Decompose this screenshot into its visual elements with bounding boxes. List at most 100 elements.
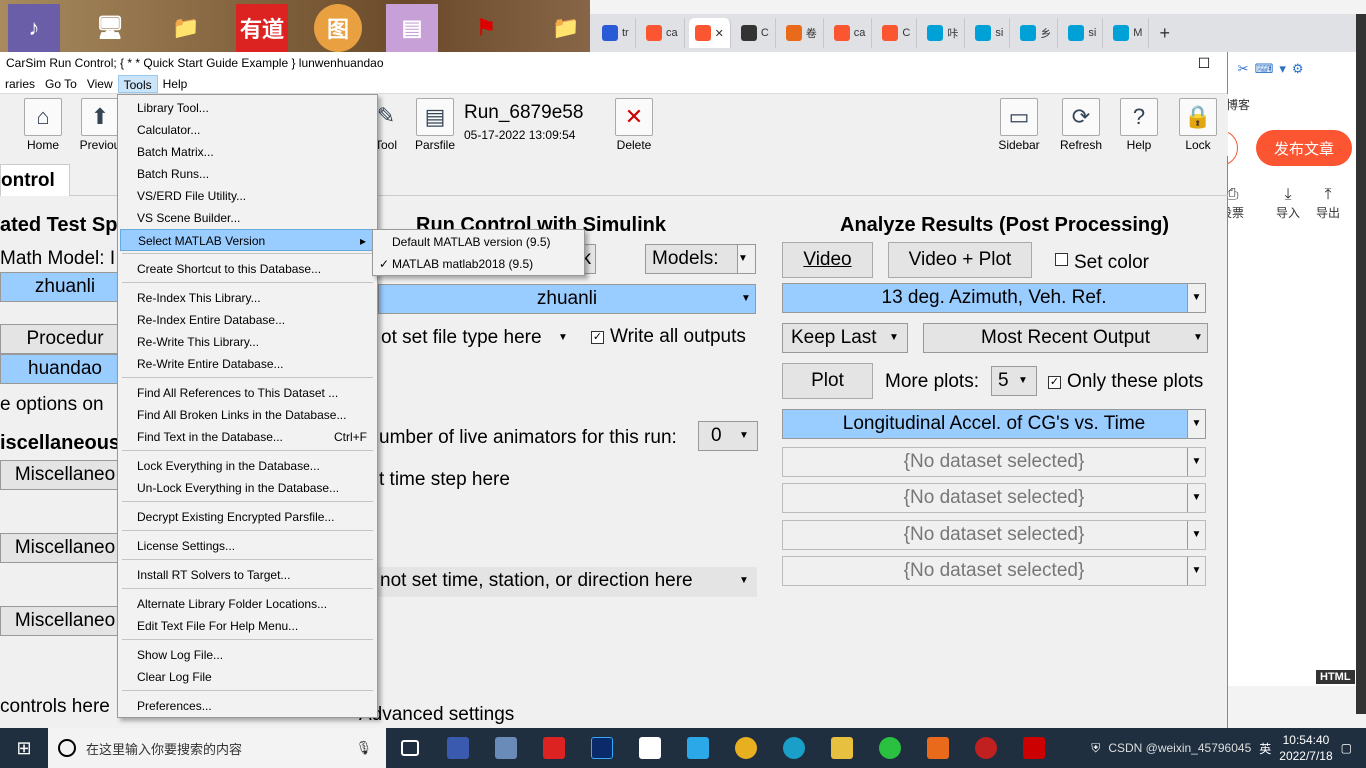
taskbar-acrobat[interactable] [1010,728,1058,768]
browser-tab[interactable]: M [1107,18,1150,48]
taskbar-carsim[interactable] [962,728,1010,768]
computer-icon[interactable]: 🖥 [84,4,136,52]
taskbar-app[interactable] [434,728,482,768]
browser-tab-active[interactable]: ✕ [688,18,731,48]
notification-icon[interactable]: ▢ [1341,741,1352,755]
menu-item-unlock-everything[interactable]: Un-Lock Everything in the Database... [120,477,375,499]
maximize-icon[interactable]: ☐ [1181,52,1227,74]
menu-item-create-shortcut[interactable]: Create Shortcut to this Database... [120,258,375,280]
menu-item-rewrite-database[interactable]: Re-Write Entire Database... [120,353,375,375]
plot-select-2[interactable]: {No dataset selected} ▼ [782,447,1206,477]
taskbar-search[interactable]: 在这里输入你要搜索的内容 🎙 [48,728,386,768]
refresh-button[interactable]: ⟳ Refresh [1055,98,1107,152]
plot-select-4[interactable]: {No dataset selected} ▼ [782,520,1206,550]
menu-view[interactable]: View [82,75,118,93]
folder-icon[interactable]: 📁 [540,4,592,52]
menu-goto[interactable]: Go To [40,75,82,93]
menu-libraries[interactable]: raries [0,75,40,93]
animators-dropdown[interactable]: 0 ▼ [698,421,758,451]
misc-button-3[interactable]: Miscellaneo [0,606,130,636]
menu-item-batch-runs[interactable]: Batch Runs... [120,163,375,185]
browser-tab[interactable]: tr [596,18,636,48]
shirt-icon[interactable]: ▾ [1279,61,1286,77]
models-dropdown[interactable]: Models: ▼ [645,244,756,274]
task-view-button[interactable] [386,728,434,768]
plot-select-3[interactable]: {No dataset selected} ▼ [782,483,1206,513]
taskbar-app[interactable] [482,728,530,768]
taskbar-photoshop[interactable] [578,728,626,768]
microphone-icon[interactable]: 🎙 [355,740,372,756]
more-plots-dropdown[interactable]: 5 ▼ [991,366,1037,396]
browser-tab[interactable]: 卷 [780,18,824,48]
only-these-plots-checkbox[interactable]: ✓ Only these plots [1048,371,1203,393]
menu-item-reindex-database[interactable]: Re-Index Entire Database... [120,309,375,331]
menu-item-clear-log[interactable]: Clear Log File [120,666,375,688]
desktop-app-icon[interactable]: ♪ [8,4,60,52]
plot-button[interactable]: Plot [782,363,873,399]
home-button[interactable]: ⌂ Home [17,98,69,152]
browser-tab[interactable]: si [1062,18,1104,48]
taskbar-wechat[interactable] [866,728,914,768]
time-station-dropdown[interactable]: not set time, station, or direction here… [378,567,757,597]
set-color-checkbox[interactable]: Set color [1055,252,1149,274]
video-plot-button[interactable]: Video + Plot [888,242,1032,278]
plot-select-5[interactable]: {No dataset selected} ▼ [782,556,1206,586]
browser-tab[interactable]: ca [640,18,685,48]
menu-tools[interactable]: Tools [117,74,158,93]
menu-help[interactable]: Help [158,75,193,93]
picture-app-icon[interactable]: 图 [314,4,362,52]
scissors-icon[interactable]: ✂ [1238,61,1249,77]
model-select[interactable]: zhuanli ▼ [378,284,756,314]
taskbar-youdao[interactable] [530,728,578,768]
sidebar-button[interactable]: ▭ Sidebar [993,98,1045,152]
menu-item-matlab-2018[interactable]: ✓ MATLAB matlab2018 (9.5) [375,253,582,275]
menu-item-find-text[interactable]: Find Text in the Database... Ctrl+F [120,426,375,448]
taskbar-picture[interactable] [674,728,722,768]
taskbar-explorer[interactable] [818,728,866,768]
menu-item-license[interactable]: License Settings... [120,535,375,557]
menu-item-select-matlab[interactable]: Select MATLAB Version ▸ [120,229,375,251]
export-tool[interactable]: ⤒ 导出 [1308,186,1348,221]
video-button[interactable]: Video [782,242,873,278]
menu-item-find-broken-links[interactable]: Find All Broken Links in the Database... [120,404,375,426]
misc-button-1[interactable]: Miscellaneo [0,460,130,490]
taskbar-chrome[interactable] [722,728,770,768]
publish-article-button[interactable]: 发布文章 [1256,130,1352,166]
menu-item-find-references[interactable]: Find All References to This Dataset ... [120,382,375,404]
browser-tab[interactable]: 乡 [1014,18,1059,48]
menu-item-file-utility[interactable]: VS/ERD File Utility... [120,185,375,207]
browser-tab[interactable]: 咔 [921,18,966,48]
tab-run-control[interactable]: ontrol [0,164,70,196]
math-model-field[interactable]: zhuanli [0,272,130,302]
menu-item-default-matlab[interactable]: Default MATLAB version (9.5) [375,231,582,253]
browser-tab[interactable]: C [876,18,918,48]
browser-tab[interactable]: ca [828,18,873,48]
keep-last-dropdown[interactable]: Keep Last ▼ [782,323,908,353]
ime-indicator[interactable]: 英 [1259,740,1271,757]
folder-user-icon[interactable]: 📁 [160,4,212,52]
scrollbar[interactable] [1356,14,1366,714]
taskbar-matlab[interactable] [914,728,962,768]
delete-button[interactable]: ✕ Delete [608,98,660,152]
winrar-icon[interactable]: ▤ [386,4,438,52]
file-type-dropdown[interactable]: ot set file type here ▼ [378,324,576,354]
new-tab-button[interactable]: + [1153,18,1193,48]
keyboard-icon[interactable]: ⌨ [1255,61,1274,77]
procedure-field[interactable]: huandao [0,354,130,384]
menu-item-edit-help[interactable]: Edit Text File For Help Menu... [120,615,375,637]
procedure-button[interactable]: Procedur [0,324,130,354]
help-button[interactable]: ? Help [1113,98,1165,152]
menu-item-lock-everything[interactable]: Lock Everything in the Database... [120,455,375,477]
menu-item-alternate-library[interactable]: Alternate Library Folder Locations... [120,593,375,615]
menu-item-reindex-library[interactable]: Re-Index This Library... [120,287,375,309]
import-tool[interactable]: ⤓ 导入 [1268,186,1308,221]
most-recent-dropdown[interactable]: Most Recent Output ▼ [923,323,1208,353]
close-icon[interactable]: ✕ [715,27,724,40]
youdao-icon[interactable]: 有道 [236,4,288,52]
menu-item-preferences[interactable]: Preferences... [120,695,375,717]
menu-item-library-tool[interactable]: Library Tool... [120,97,375,119]
parsfile-button[interactable]: ▤ Parsfile [409,98,461,152]
start-button[interactable]: ⊞ [0,728,48,768]
plot-select-1[interactable]: Longitudinal Accel. of CG's vs. Time ▼ [782,409,1206,439]
menu-item-scene-builder[interactable]: VS Scene Builder... [120,207,375,229]
